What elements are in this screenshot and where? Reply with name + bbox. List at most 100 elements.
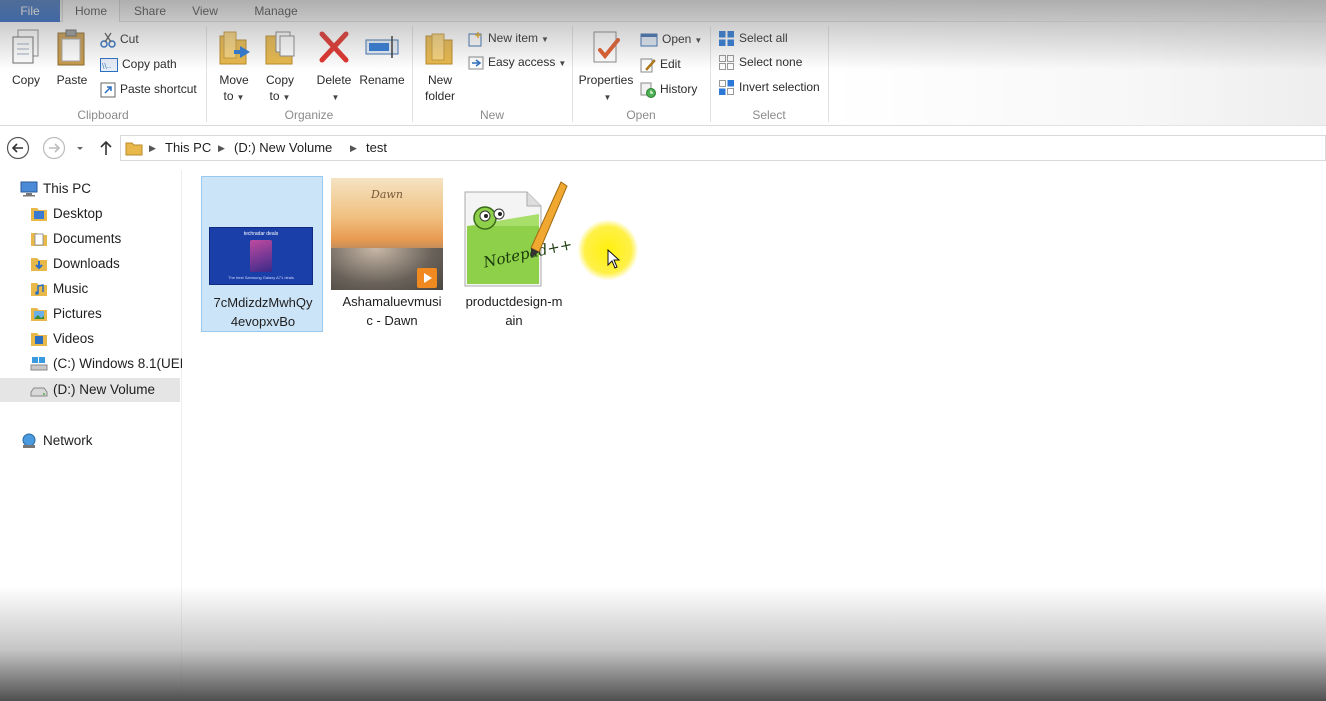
thumbnail-brand-text: techradar deals xyxy=(243,231,279,237)
new-folder-icon xyxy=(425,33,453,65)
sidebar-item-d-drive[interactable]: (D:) New Volume xyxy=(0,378,180,402)
history-button[interactable]: History xyxy=(640,79,697,99)
sidebar-item-label: This PC xyxy=(43,181,92,196)
videos-folder-icon xyxy=(31,333,47,346)
tab-share[interactable]: Share xyxy=(122,0,178,22)
copy-path-icon: \\.. xyxy=(100,57,118,72)
delete-x-icon xyxy=(319,31,349,63)
forward-arrow-icon xyxy=(42,136,66,160)
navigation-pane: This PC Desktop Documents Downloads Musi… xyxy=(0,170,182,701)
move-to-icon xyxy=(219,31,250,65)
file-list: techradar deals The best Samsung Galaxy … xyxy=(183,170,1326,701)
breadcrumb-d-drive[interactable]: (D:) New Volume xyxy=(234,136,332,160)
properties-icon xyxy=(593,31,620,63)
chevron-down-icon: ▼ xyxy=(694,36,703,45)
tab-manage[interactable]: Manage xyxy=(238,0,314,22)
file-name: 7cMdizdzMwhQy 4evopxvBo xyxy=(202,293,324,331)
sidebar-item-documents[interactable]: Documents xyxy=(0,227,182,251)
easy-access-button[interactable]: Easy access ▼ xyxy=(468,52,566,72)
breadcrumb-test[interactable]: test xyxy=(366,136,387,160)
sidebar-item-c-drive[interactable]: (C:) Windows 8.1(UEF xyxy=(0,352,182,376)
new-item-button[interactable]: New item ▼ xyxy=(468,28,549,48)
tab-file[interactable]: File xyxy=(0,0,60,22)
documents-folder-icon xyxy=(31,233,47,246)
select-all-button[interactable]: Select all xyxy=(718,28,788,48)
chevron-down-icon: ▼ xyxy=(282,93,291,102)
new-item-label: New item xyxy=(488,31,539,45)
sidebar-item-label: Desktop xyxy=(53,206,103,221)
edit-button[interactable]: Edit xyxy=(640,54,681,74)
copy-label: Copy xyxy=(11,73,40,87)
tab-home[interactable]: Home xyxy=(62,0,120,23)
up-button[interactable] xyxy=(94,136,118,160)
delete-button[interactable]: Delete ▼ xyxy=(312,28,356,106)
delete-label: Delete xyxy=(316,73,352,87)
chevron-down-icon: ▼ xyxy=(331,93,340,102)
copy-to-label-1: Copy xyxy=(265,73,294,87)
select-none-button[interactable]: Select none xyxy=(718,52,802,72)
scissors-icon xyxy=(100,32,116,48)
copy-icon xyxy=(12,29,39,64)
sidebar-item-label: Videos xyxy=(53,331,95,346)
file-item[interactable]: Notepad++ productdesign-m ain xyxy=(453,176,575,332)
image-thumbnail: techradar deals The best Samsung Galaxy … xyxy=(209,227,313,285)
music-album-thumbnail: Dawn xyxy=(331,178,443,290)
copy-path-button[interactable]: \\.. Copy path xyxy=(100,54,177,74)
sidebar-item-desktop[interactable]: Desktop xyxy=(0,202,182,226)
open-button[interactable]: Open ▼ xyxy=(640,29,702,49)
up-arrow-icon xyxy=(100,140,112,155)
sidebar-item-downloads[interactable]: Downloads xyxy=(0,252,182,276)
sidebar-item-label: Pictures xyxy=(53,306,102,321)
file-name-line-2: c - Dawn xyxy=(366,313,418,328)
paste-shortcut-button[interactable]: Paste shortcut xyxy=(100,79,197,99)
new-item-icon xyxy=(468,31,482,47)
phone-image xyxy=(250,240,272,272)
copy-path-label: Copy path xyxy=(122,57,177,71)
new-folder-button[interactable]: New folder xyxy=(418,28,462,104)
invert-selection-label: Invert selection xyxy=(739,80,820,94)
pictures-folder-icon xyxy=(31,308,47,321)
svg-text:\\..: \\.. xyxy=(102,62,111,70)
notepad-plus-plus-icon: Notepad++ xyxy=(464,181,571,287)
breadcrumb-separator-icon: ▶ xyxy=(350,143,357,153)
sidebar-item-this-pc[interactable]: This PC xyxy=(0,177,182,201)
sidebar-item-music[interactable]: Music xyxy=(0,277,182,301)
ribbon-tabbar: File Home Share View Manage xyxy=(0,0,1326,23)
select-all-label: Select all xyxy=(739,31,788,45)
music-folder-icon xyxy=(31,283,47,296)
file-item[interactable]: Dawn Ashamaluevmusi c - Dawn xyxy=(331,176,453,332)
file-name-line-1: Ashamaluevmusi xyxy=(342,294,442,309)
ribbon: Copy Paste Cut \\.. Copy path Paste shor… xyxy=(0,22,1326,126)
invert-selection-icon xyxy=(719,80,734,96)
rename-button[interactable]: Rename xyxy=(358,28,406,88)
breadcrumb-this-pc[interactable]: This PC xyxy=(165,136,211,160)
cut-button[interactable]: Cut xyxy=(100,29,139,49)
select-none-icon xyxy=(719,55,734,71)
folder-icon xyxy=(125,142,143,156)
copy-button[interactable]: Copy xyxy=(6,28,46,88)
back-arrow-icon xyxy=(6,136,30,160)
file-name-line-1: productdesign-m xyxy=(465,294,563,309)
sidebar-item-network[interactable]: Network xyxy=(0,429,182,453)
navigation-bar: ▶ This PC ▶ (D:) New Volume ▶ test xyxy=(0,128,1326,166)
move-to-button[interactable]: Move to ▼ xyxy=(212,28,256,106)
copy-to-button[interactable]: Copy to ▼ xyxy=(258,28,302,106)
chevron-down-icon: ▼ xyxy=(541,35,549,44)
paste-label: Paste xyxy=(56,73,88,87)
select-all-icon xyxy=(719,31,734,47)
file-item[interactable]: techradar deals The best Samsung Galaxy … xyxy=(201,176,323,332)
sidebar-item-label: Network xyxy=(43,433,93,448)
paste-button[interactable]: Paste xyxy=(52,28,92,88)
properties-button[interactable]: Properties ▼ xyxy=(576,28,636,106)
cut-label: Cut xyxy=(120,32,139,46)
address-bar[interactable]: ▶ This PC ▶ (D:) New Volume ▶ test xyxy=(120,135,1326,161)
sidebar-item-videos[interactable]: Videos xyxy=(0,327,182,351)
invert-selection-button[interactable]: Invert selection xyxy=(718,77,820,97)
paste-icon xyxy=(57,29,85,66)
tab-view[interactable]: View xyxy=(178,0,232,22)
forward-button[interactable] xyxy=(42,136,66,160)
recent-locations-button[interactable] xyxy=(72,136,88,160)
sidebar-item-pictures[interactable]: Pictures xyxy=(0,302,182,326)
sidebar-item-label: Downloads xyxy=(53,256,120,271)
back-button[interactable] xyxy=(6,136,30,160)
